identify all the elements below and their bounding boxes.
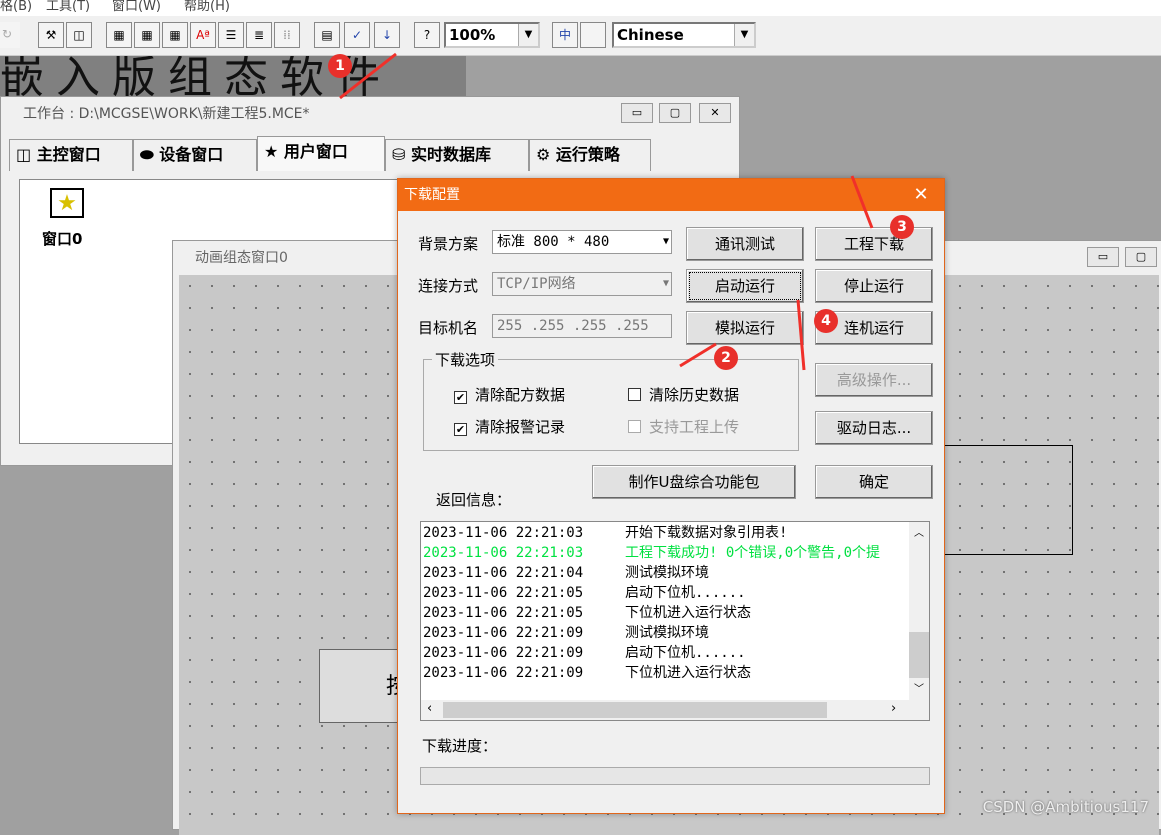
watermark: CSDN @Ambitious117 (982, 798, 1149, 816)
annotation-badge-4: 4 (814, 309, 838, 333)
annotation-badge-3: 3 (890, 215, 914, 239)
annotation-badge-1: 1 (328, 54, 352, 78)
arrow-4 (796, 299, 806, 371)
annotation-arrows (339, 52, 874, 371)
arrow-2 (679, 342, 717, 368)
arrow-3 (850, 175, 874, 229)
annotation-badge-2: 2 (714, 346, 738, 370)
